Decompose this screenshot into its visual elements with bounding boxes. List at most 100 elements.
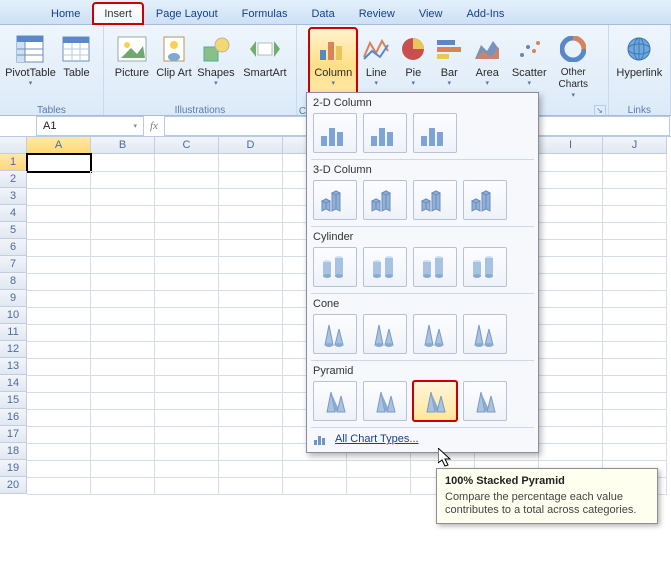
smartart-button[interactable]: SmartArt [239, 28, 291, 104]
cell[interactable] [539, 256, 603, 274]
cell[interactable] [219, 239, 283, 257]
pivottable-button[interactable]: PivotTable▾ [5, 28, 55, 104]
cell[interactable] [155, 239, 219, 257]
chart-type-option[interactable] [413, 381, 457, 421]
cell[interactable] [155, 188, 219, 206]
chart-type-option[interactable] [463, 247, 507, 287]
row-header[interactable]: 20 [0, 477, 27, 494]
cell[interactable] [219, 460, 283, 478]
name-box[interactable]: A1▾ [36, 116, 144, 136]
cell[interactable] [27, 307, 91, 325]
cell[interactable] [539, 409, 603, 427]
cell[interactable] [603, 375, 667, 393]
row-header[interactable]: 4 [0, 205, 27, 222]
cell[interactable] [155, 222, 219, 240]
tab-view[interactable]: View [408, 3, 454, 24]
chart-type-option[interactable] [313, 247, 357, 287]
cell[interactable] [539, 290, 603, 308]
cell[interactable] [539, 239, 603, 257]
cell[interactable] [155, 273, 219, 291]
cell[interactable] [603, 154, 667, 172]
cell[interactable] [219, 341, 283, 359]
cell[interactable] [219, 443, 283, 461]
cell[interactable] [91, 324, 155, 342]
shapes-button[interactable]: Shapes▾ [193, 28, 239, 104]
cell[interactable] [155, 477, 219, 495]
tab-home[interactable]: Home [40, 3, 91, 24]
cell[interactable] [27, 171, 91, 189]
cell[interactable] [91, 477, 155, 495]
tab-review[interactable]: Review [348, 3, 406, 24]
col-header-a[interactable]: A [27, 137, 91, 154]
cell[interactable] [91, 460, 155, 478]
cell[interactable] [91, 188, 155, 206]
cell[interactable] [91, 358, 155, 376]
cell[interactable] [539, 205, 603, 223]
cell[interactable] [91, 409, 155, 427]
cell[interactable] [155, 460, 219, 478]
row-header[interactable]: 5 [0, 222, 27, 239]
row-header[interactable]: 18 [0, 443, 27, 460]
cell[interactable] [539, 426, 603, 444]
dropdown-caret[interactable]: ▾ [133, 122, 137, 130]
cell[interactable] [219, 205, 283, 223]
cell[interactable] [539, 154, 603, 172]
cell[interactable] [27, 341, 91, 359]
cell[interactable] [603, 222, 667, 240]
row-header[interactable]: 19 [0, 460, 27, 477]
cell[interactable] [603, 188, 667, 206]
col-header-j[interactable]: J [603, 137, 667, 154]
row-header[interactable]: 15 [0, 392, 27, 409]
cell[interactable] [155, 341, 219, 359]
row-header[interactable]: 8 [0, 273, 27, 290]
cell[interactable] [603, 324, 667, 342]
cell[interactable] [91, 375, 155, 393]
cell[interactable] [539, 222, 603, 240]
row-header[interactable]: 6 [0, 239, 27, 256]
cell[interactable] [603, 409, 667, 427]
cell[interactable] [155, 358, 219, 376]
chart-type-option[interactable] [413, 314, 457, 354]
all-chart-types-link[interactable]: All Chart Types... [335, 433, 419, 445]
other-charts-button[interactable]: Other Charts▾ [551, 28, 595, 104]
cell[interactable] [603, 426, 667, 444]
cell[interactable] [27, 426, 91, 444]
cell[interactable] [155, 290, 219, 308]
cell[interactable] [155, 392, 219, 410]
cell[interactable] [219, 358, 283, 376]
col-header-b[interactable]: B [91, 137, 155, 154]
cell[interactable] [155, 154, 219, 172]
cell[interactable] [155, 409, 219, 427]
cell[interactable] [603, 392, 667, 410]
cell[interactable] [603, 341, 667, 359]
cell[interactable] [91, 222, 155, 240]
cell[interactable] [27, 290, 91, 308]
row-header[interactable]: 11 [0, 324, 27, 341]
fx-icon[interactable]: fx [150, 120, 158, 132]
cell[interactable] [347, 460, 411, 478]
chart-type-option[interactable] [363, 113, 407, 153]
row-header[interactable]: 10 [0, 307, 27, 324]
picture-button[interactable]: Picture [109, 28, 155, 104]
cell[interactable] [219, 171, 283, 189]
cell[interactable] [155, 443, 219, 461]
cell[interactable] [91, 273, 155, 291]
cell[interactable] [219, 188, 283, 206]
cell[interactable] [219, 222, 283, 240]
row-header[interactable]: 16 [0, 409, 27, 426]
cell[interactable] [539, 392, 603, 410]
chart-type-option[interactable] [413, 180, 457, 220]
row-header[interactable]: 14 [0, 375, 27, 392]
cell[interactable] [155, 256, 219, 274]
row-header[interactable]: 12 [0, 341, 27, 358]
cell[interactable] [219, 273, 283, 291]
cell[interactable] [27, 443, 91, 461]
cell[interactable] [155, 205, 219, 223]
cell[interactable] [27, 324, 91, 342]
cell[interactable] [219, 375, 283, 393]
chart-type-option[interactable] [363, 180, 407, 220]
clipart-button[interactable]: Clip Art [155, 28, 193, 104]
chart-type-option[interactable] [413, 113, 457, 153]
cell[interactable] [603, 256, 667, 274]
cell[interactable] [539, 171, 603, 189]
